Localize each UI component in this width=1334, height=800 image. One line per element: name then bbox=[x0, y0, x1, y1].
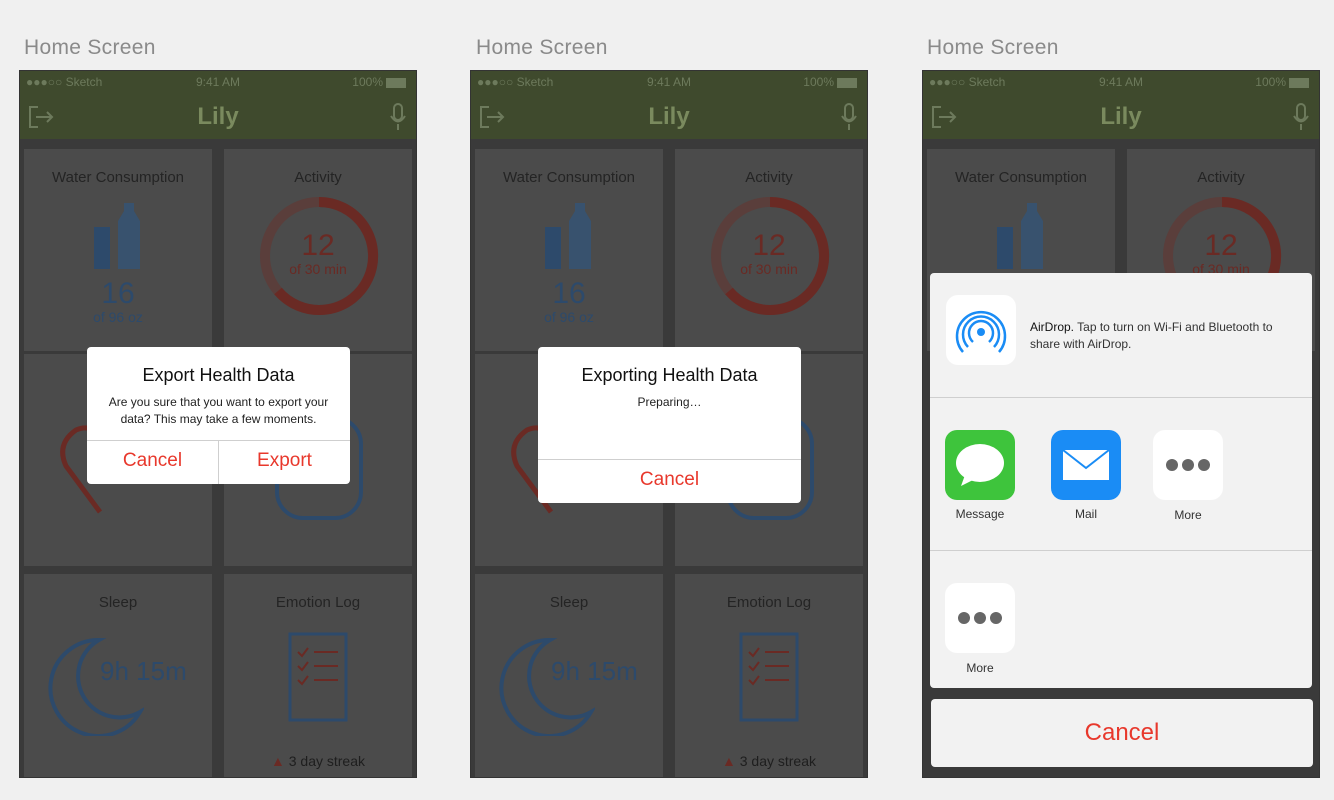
more-apps-label: More bbox=[1174, 508, 1202, 522]
dialog-buttons: Cancel Export bbox=[87, 440, 350, 484]
microphone-icon[interactable] bbox=[841, 103, 857, 131]
sleep-tile[interactable]: Sleep 9h 15m bbox=[475, 574, 663, 777]
water-bottle-icon bbox=[997, 203, 1043, 269]
emotion-tile[interactable]: Emotion Log ▲ 3 day streak bbox=[675, 574, 863, 777]
more-dots-icon bbox=[1153, 458, 1223, 476]
activity-title: Activity bbox=[294, 169, 342, 186]
battery-icon bbox=[386, 77, 406, 88]
water-value: 16 bbox=[101, 277, 135, 310]
water-title: Water Consumption bbox=[955, 169, 1087, 186]
water-bottle-icon bbox=[94, 203, 140, 269]
export-dialog: Export Health Data Are you sure that you… bbox=[87, 347, 350, 484]
dialog-title: Exporting Health Data bbox=[581, 365, 758, 385]
more-actions-label: More bbox=[966, 661, 994, 675]
mail-app-icon[interactable] bbox=[1051, 430, 1121, 500]
activity-tile[interactable]: Activity 12 of 30 min bbox=[224, 149, 412, 351]
phone-screen-export: ●●●○○ Sketch 9:41 AM 100% Lily Water Con… bbox=[19, 70, 417, 778]
divider bbox=[930, 397, 1312, 398]
water-title: Water Consumption bbox=[503, 169, 635, 186]
airdrop-icon[interactable] bbox=[946, 295, 1016, 365]
checklist-icon bbox=[288, 632, 348, 722]
more-actions-icon[interactable] bbox=[945, 583, 1015, 653]
sleep-title: Sleep bbox=[98, 594, 138, 611]
sleep-title: Sleep bbox=[549, 594, 589, 611]
emotion-title: Emotion Log bbox=[726, 594, 812, 611]
water-tile[interactable]: Water Consumption 16 of 96 oz bbox=[24, 149, 212, 351]
phone-screen-exporting: ●●●○○ Sketch 9:41 AM 100% Lily Water Con… bbox=[470, 70, 868, 778]
flame-icon: ▲ bbox=[270, 753, 285, 769]
water-bottle-icon bbox=[545, 203, 591, 269]
status-bar: ●●●○○ Sketch 9:41 AM 100% bbox=[471, 71, 867, 93]
dialog-title: Export Health Data bbox=[142, 365, 295, 385]
battery-label: 100% bbox=[1255, 75, 1286, 89]
cancel-button[interactable]: Cancel bbox=[538, 460, 801, 503]
activity-value: 12 bbox=[1204, 229, 1238, 262]
airdrop-name: AirDrop. bbox=[1030, 320, 1075, 334]
app-title: Lily bbox=[1100, 103, 1142, 130]
divider bbox=[930, 550, 1312, 551]
water-value: 16 bbox=[552, 277, 586, 310]
battery-label: 100% bbox=[352, 75, 383, 89]
share-sheet: AirDrop. Tap to turn on Wi-Fi and Blueto… bbox=[930, 273, 1312, 688]
dialog-buttons: Cancel bbox=[538, 459, 801, 503]
dialog-message: Are you sure that you want to export you… bbox=[108, 395, 329, 426]
microphone-icon[interactable] bbox=[1293, 103, 1309, 131]
activity-tile[interactable]: Activity 12 of 30 min bbox=[675, 149, 863, 351]
battery-indicator: 100% bbox=[1255, 75, 1309, 89]
battery-indicator: 100% bbox=[803, 75, 857, 89]
streak-text: 3 day streak bbox=[739, 753, 816, 769]
water-title: Water Consumption bbox=[52, 169, 184, 186]
more-dots-icon bbox=[945, 611, 1015, 629]
microphone-icon[interactable] bbox=[390, 103, 406, 131]
export-button[interactable]: Export bbox=[218, 441, 350, 484]
emotion-tile[interactable]: Emotion Log ▲ 3 day streak bbox=[224, 574, 412, 777]
activity-title: Activity bbox=[745, 169, 793, 186]
activity-title: Activity bbox=[1197, 169, 1245, 186]
mail-label: Mail bbox=[1074, 507, 1097, 521]
water-unit: of 96 oz bbox=[544, 309, 594, 325]
airdrop-description[interactable]: AirDrop. Tap to turn on Wi-Fi and Blueto… bbox=[1030, 319, 1300, 353]
status-bar: ●●●○○ Sketch 9:41 AM 100% bbox=[923, 71, 1319, 93]
battery-indicator: 100% bbox=[352, 75, 406, 89]
more-apps-icon[interactable] bbox=[1153, 430, 1223, 500]
streak-label: ▲ 3 day streak bbox=[224, 753, 412, 769]
artboard-label-2: Home Screen bbox=[476, 36, 608, 59]
artboard-label-3: Home Screen bbox=[927, 36, 1059, 59]
nav-bar: Lily bbox=[20, 93, 416, 139]
nav-bar: Lily bbox=[471, 93, 867, 139]
battery-icon bbox=[837, 77, 857, 88]
dialog-message: Preparing… bbox=[637, 395, 702, 409]
activity-unit: of 30 min bbox=[289, 261, 347, 277]
messages-label: Message bbox=[955, 507, 1005, 521]
app-title: Lily bbox=[648, 103, 690, 130]
share-cancel-button[interactable]: Cancel bbox=[931, 699, 1313, 767]
emotion-title: Emotion Log bbox=[275, 594, 361, 611]
streak-text: 3 day streak bbox=[288, 753, 365, 769]
flame-icon: ▲ bbox=[721, 753, 736, 769]
artboard-label-1: Home Screen bbox=[24, 36, 156, 59]
water-unit: of 96 oz bbox=[93, 309, 143, 325]
nav-bar: Lily bbox=[923, 93, 1319, 139]
sleep-value: 9h 15m bbox=[551, 656, 638, 686]
status-bar: ●●●○○ Sketch 9:41 AM 100% bbox=[20, 71, 416, 93]
checklist-icon bbox=[739, 632, 799, 722]
activity-unit: of 30 min bbox=[740, 261, 798, 277]
battery-icon bbox=[1289, 77, 1309, 88]
phone-screen-share: ●●●○○ Sketch 9:41 AM 100% Lily Water Con… bbox=[922, 70, 1320, 778]
sleep-tile[interactable]: Sleep 9h 15m bbox=[24, 574, 212, 777]
streak-label: ▲ 3 day streak bbox=[675, 753, 863, 769]
exporting-dialog: Exporting Health Data Preparing… Cancel bbox=[538, 347, 801, 503]
cancel-button[interactable]: Cancel bbox=[87, 441, 218, 484]
battery-label: 100% bbox=[803, 75, 834, 89]
activity-value: 12 bbox=[301, 229, 335, 262]
sleep-value: 9h 15m bbox=[100, 656, 187, 686]
water-tile[interactable]: Water Consumption 16 of 96 oz bbox=[475, 149, 663, 351]
messages-app-icon[interactable] bbox=[945, 430, 1015, 500]
app-title: Lily bbox=[197, 103, 239, 130]
activity-value: 12 bbox=[752, 229, 786, 262]
